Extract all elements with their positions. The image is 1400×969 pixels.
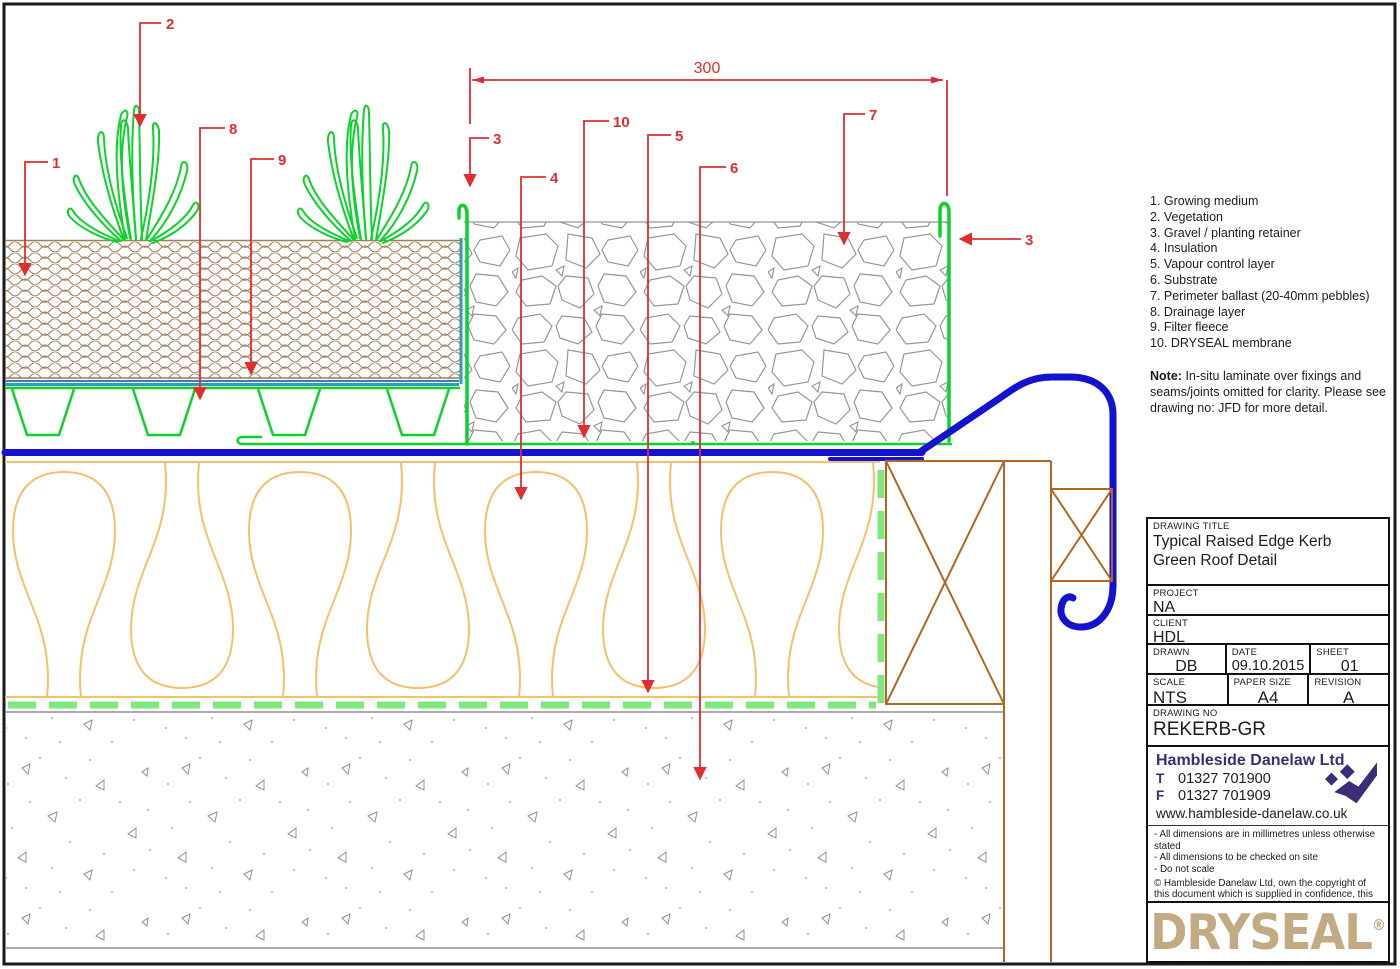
legend-item: 4. Insulation	[1150, 241, 1395, 257]
project-label: PROJECT	[1148, 586, 1388, 599]
revision-value: A	[1309, 688, 1388, 708]
sheet-label: SHEET	[1311, 645, 1388, 658]
callout-label-10: 10	[613, 114, 630, 131]
callout-label-2: 2	[166, 16, 174, 33]
disclaimer-notes: - All dimensions are in millimetres unle…	[1148, 825, 1388, 877]
legend-item: 6. Substrate	[1150, 273, 1395, 289]
callout-label-3b: 3	[1025, 232, 1033, 249]
callout-label-7: 7	[869, 107, 877, 124]
callout-label-1: 1	[52, 155, 60, 172]
drawing-sheet: 300 2 8 1 9 3 4 10 5 6 7	[0, 0, 1400, 969]
callout-label-9: 9	[278, 152, 286, 169]
drawing-no-value: REKERB-GR	[1148, 719, 1388, 741]
legend-item: 2. Vegetation	[1150, 210, 1395, 226]
paper-size-value: A4	[1229, 688, 1308, 708]
fax-number: 01327 701909	[1178, 788, 1271, 804]
insulation-layer	[5, 462, 880, 697]
date-value: 09.10.2015	[1227, 658, 1310, 674]
legend-item: 5. Vapour control layer	[1150, 257, 1395, 273]
legend-list: 1. Growing medium 2. Vegetation 3. Grave…	[1150, 194, 1395, 352]
callout-label-3: 3	[493, 131, 501, 148]
callout-label-6: 6	[730, 160, 738, 177]
disclaimer-line: - Do not scale	[1154, 864, 1382, 876]
sheet-value: 01	[1311, 658, 1388, 676]
scale-value: NTS	[1148, 688, 1227, 708]
drawing-title-line1: Typical Raised Edge Kerb	[1153, 532, 1383, 551]
note-text: In-situ laminate over fixings and seams/…	[1150, 369, 1386, 415]
scale-label: SCALE	[1148, 675, 1227, 688]
disclaimer-line: - All dimensions are in millimetres unle…	[1154, 829, 1382, 852]
legend-item: 9. Filter fleece	[1150, 320, 1395, 336]
legend-item: 1. Growing medium	[1150, 194, 1395, 210]
tel-number: 01327 701900	[1178, 771, 1271, 787]
drawn-value: DB	[1148, 658, 1225, 676]
callout-label-8: 8	[229, 121, 237, 138]
paper-size-label: PAPER SIZE	[1229, 675, 1308, 688]
drawing-title-label: DRAWING TITLE	[1148, 519, 1388, 532]
date-label: DATE	[1227, 645, 1310, 658]
callout-label-4: 4	[550, 170, 559, 187]
dimension-label: 300	[694, 60, 721, 77]
growing-medium	[5, 241, 462, 379]
registered-trademark-symbol: ®	[1372, 916, 1386, 933]
plant-right	[298, 106, 429, 243]
revision-label: REVISION	[1309, 675, 1388, 688]
drawing-no-label: DRAWING NO	[1148, 706, 1388, 719]
substrate-concrete	[5, 712, 1005, 948]
copyright-symbol: ©	[1154, 878, 1161, 889]
hambleside-danelaw-logo-icon	[1320, 755, 1382, 807]
project-value: NA	[1148, 599, 1388, 617]
plant-left	[68, 106, 199, 243]
dimension-300: 300	[470, 60, 947, 196]
perimeter-ballast-gravel	[464, 222, 950, 441]
disclaimer-line: - All dimensions to be checked on site	[1154, 852, 1382, 864]
company-block: Hambleside Danelaw Ltd T 01327 701900 F …	[1146, 745, 1390, 903]
legend-item: 8. Drainage layer	[1150, 305, 1395, 321]
note-label: Note:	[1150, 369, 1182, 383]
dryseal-wordmark: DRYSEAL®	[1150, 903, 1386, 960]
legend-item: 10. DRYSEAL membrane	[1150, 336, 1395, 352]
client-label: CLIENT	[1148, 616, 1388, 629]
dryseal-logo-box: DRYSEAL®	[1146, 901, 1390, 963]
drawing-title-line2: Green Roof Detail	[1153, 551, 1383, 570]
title-block: DRAWING TITLE Typical Raised Edge Kerb G…	[1146, 517, 1390, 747]
callout-label-5: 5	[675, 128, 683, 145]
fax-label: F	[1156, 788, 1174, 803]
note-paragraph: Note: In-situ laminate over fixings and …	[1150, 368, 1392, 416]
drawn-label: DRAWN	[1148, 645, 1225, 658]
legend-item: 7. Perimeter ballast (20-40mm pebbles)	[1150, 289, 1395, 305]
legend-item: 3. Gravel / planting retainer	[1150, 226, 1395, 242]
tel-label: T	[1156, 771, 1174, 786]
